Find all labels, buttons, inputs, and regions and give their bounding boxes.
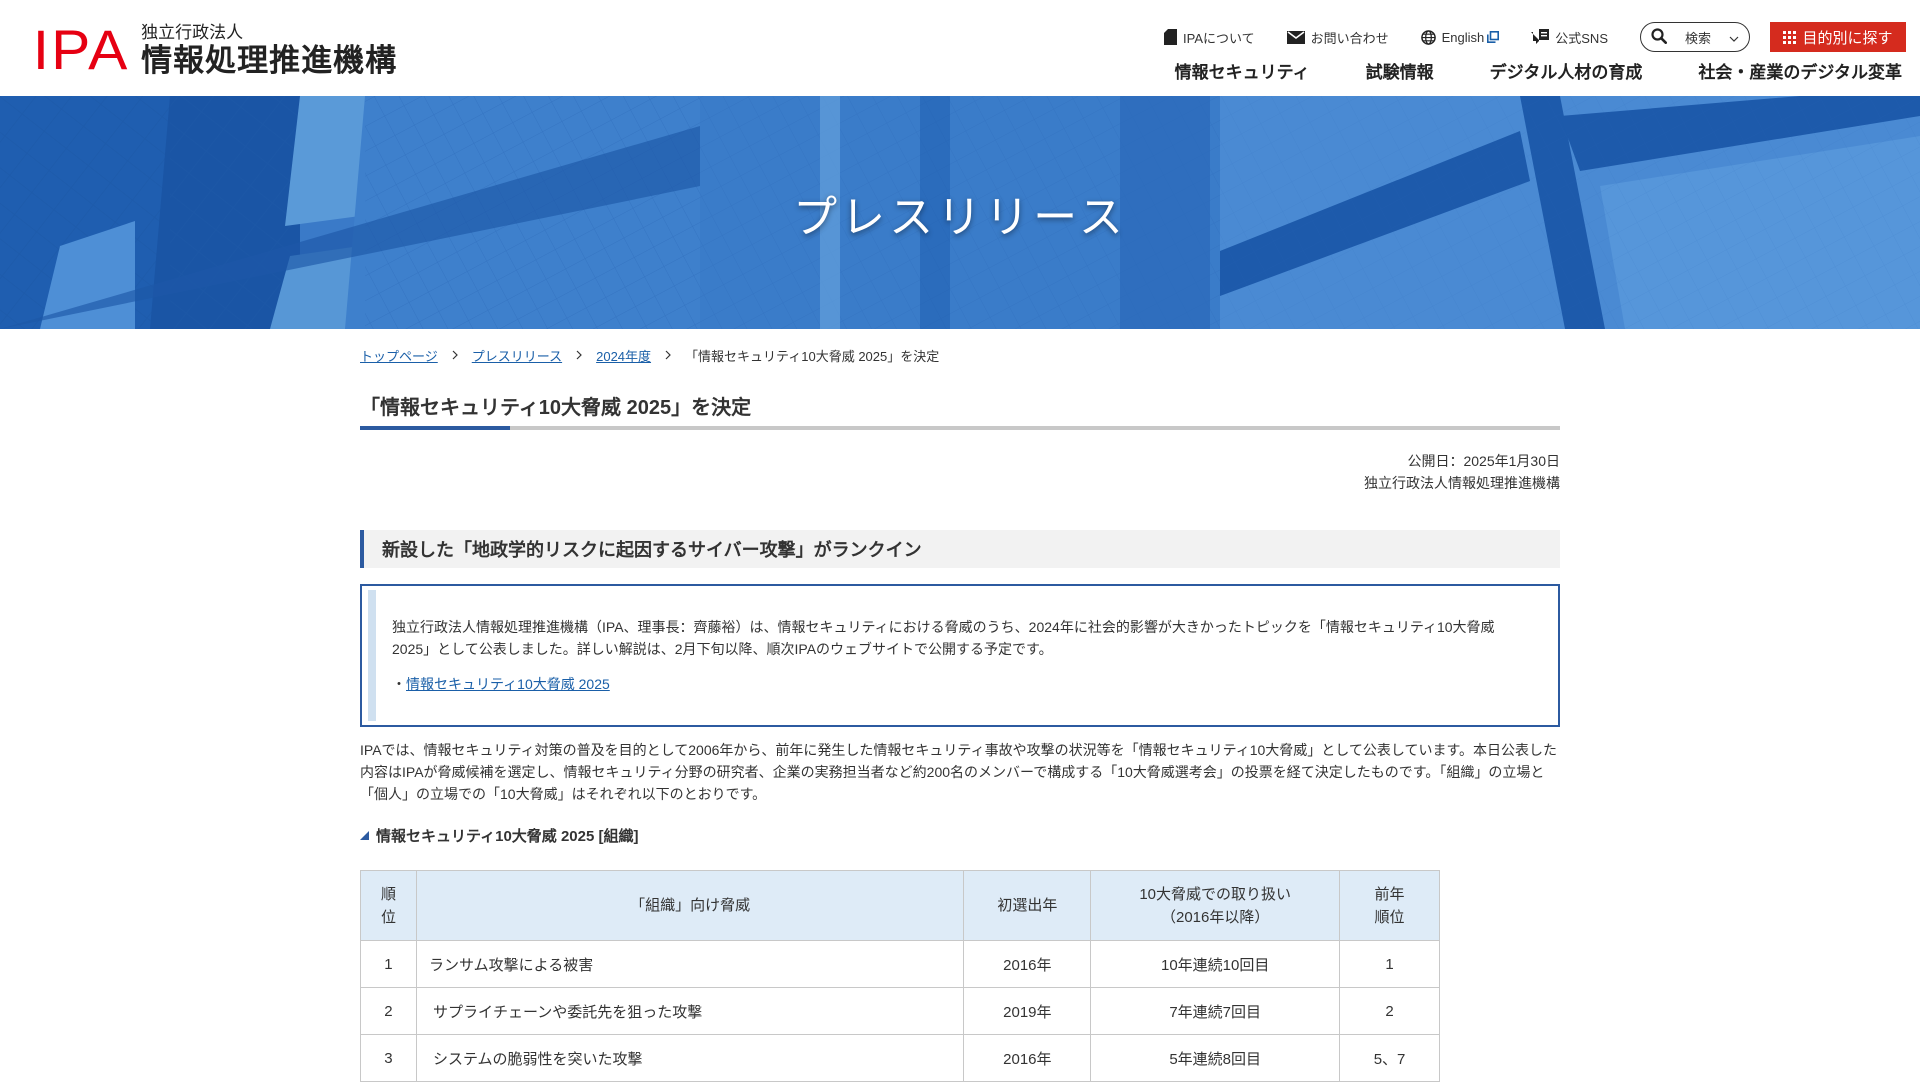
grid-icon xyxy=(1783,30,1797,44)
cell-rank: 1 xyxy=(360,940,417,988)
search-dropdown-button[interactable]: 検索 xyxy=(1640,22,1750,52)
main-nav-digital-talent[interactable]: デジタル人材の育成 xyxy=(1490,58,1643,83)
table-row: 2 サプライチェーンや委託先を狙った攻撃 2019年 7年連続7回目 2 xyxy=(360,987,1440,1035)
summary-box: 独立行政法人情報処理推進機構（IPA、理事長：齊藤裕）は、情報セキュリティにおけ… xyxy=(360,584,1560,727)
header-prev-rank: 前年 順位 xyxy=(1339,870,1440,941)
table-row: 3 システムの脆弱性を突いた攻撃 2016年 5年連続8回目 5、7 xyxy=(360,1034,1440,1082)
header-threat: 「組織」向け脅威 xyxy=(415,870,965,941)
breadcrumb-home[interactable]: トップページ xyxy=(360,346,438,365)
util-link-english[interactable]: English xyxy=(1420,29,1500,45)
chevron-right-icon xyxy=(665,350,671,360)
cell-prev-rank: 2 xyxy=(1339,987,1440,1035)
cell-first-year: 2016年 xyxy=(963,940,1092,988)
util-link-sns[interactable]: 公式SNS xyxy=(1531,28,1608,47)
publisher: 独立行政法人情報処理推進機構 xyxy=(1364,475,1560,491)
publish-date: 公開日：2025年1月30日 xyxy=(1407,453,1560,469)
table-heading: 情報セキュリティ10大脅威 2025 [組織] xyxy=(360,825,1560,846)
main-nav-security[interactable]: 情報セキュリティ xyxy=(1175,58,1310,83)
section-headline: 新設した「地政学的リスクに起因するサイバー攻撃」がランクイン xyxy=(360,530,1560,568)
main-content: トップページ プレスリリース 2024年度 「情報セキュリティ10大脅威 202… xyxy=(360,329,1560,1082)
cell-prev-rank: 5、7 xyxy=(1339,1034,1440,1082)
cell-threat: ランサム攻撃による被害 xyxy=(415,940,965,988)
header-rank: 順位 xyxy=(360,870,417,941)
breadcrumb: トップページ プレスリリース 2024年度 「情報セキュリティ10大脅威 202… xyxy=(360,345,1560,365)
header-first-year: 初選出年 xyxy=(963,870,1092,941)
cell-rank: 2 xyxy=(360,987,417,1035)
search-icon xyxy=(1651,27,1667,47)
page-title: 「情報セキュリティ10大脅威 2025」を決定 xyxy=(360,397,752,419)
cell-threat: システムの脆弱性を突いた攻撃 xyxy=(415,1034,965,1082)
triangle-icon xyxy=(360,831,369,840)
util-link-label: 公式SNS xyxy=(1555,30,1608,46)
util-link-label: お問い合わせ xyxy=(1310,30,1389,46)
logo-mark: IPA xyxy=(32,18,130,81)
threats-table: 順位 「組織」向け脅威 初選出年 10大脅威での取り扱い （2016年以降） 前年… xyxy=(360,870,1440,1082)
document-icon xyxy=(1164,29,1177,45)
publication-meta: 公開日：2025年1月30日 独立行政法人情報処理推進機構 xyxy=(360,450,1560,494)
logo-subtitle: 独立行政法人 xyxy=(141,23,244,42)
hero-title: プレスリリース xyxy=(793,192,1127,242)
external-link-icon xyxy=(1487,31,1500,43)
util-link-label: English xyxy=(1441,29,1485,45)
chat-icon xyxy=(1531,29,1550,45)
breadcrumb-press-release[interactable]: プレスリリース xyxy=(472,346,562,365)
table-header-row: 順位 「組織」向け脅威 初選出年 10大脅威での取り扱い （2016年以降） 前年… xyxy=(360,870,1440,941)
cell-threat: サプライチェーンや委託先を狙った攻撃 xyxy=(415,987,965,1035)
bullet: ・ xyxy=(392,676,406,692)
header-handling: 10大脅威での取り扱い （2016年以降） xyxy=(1090,870,1341,941)
find-by-purpose-button[interactable]: 目的別に探す xyxy=(1770,22,1906,52)
search-label: 検索 xyxy=(1684,30,1711,46)
logo-title: 情報処理推進機構 xyxy=(141,43,398,78)
breadcrumb-current: 「情報セキュリティ10大脅威 2025」を決定 xyxy=(685,348,940,364)
summary-accent-bar xyxy=(368,590,376,721)
table-heading-text: 情報セキュリティ10大脅威 2025 [組織] xyxy=(376,828,639,845)
util-link-label: IPAについて xyxy=(1183,30,1255,46)
chevron-right-icon xyxy=(576,350,582,360)
find-by-purpose-label: 目的別に探す xyxy=(1802,29,1893,47)
cell-prev-rank: 1 xyxy=(1339,940,1440,988)
chevron-down-icon xyxy=(1729,30,1739,45)
cell-handling: 5年連続8回目 xyxy=(1090,1034,1341,1082)
util-link-about[interactable]: IPAについて xyxy=(1164,28,1255,47)
site-header: IPA 独立行政法人 情報処理推進機構 IPAについて お問い合わせ Engli… xyxy=(0,0,1920,96)
cell-first-year: 2016年 xyxy=(963,1034,1092,1082)
intro-paragraph: IPAでは、情報セキュリティ対策の普及を目的として2006年から、前年に発生した… xyxy=(360,742,1558,802)
title-underline xyxy=(360,426,1560,430)
ipa-logo[interactable]: IPA 独立行政法人 情報処理推進機構 xyxy=(32,18,398,81)
cell-handling: 10年連続10回目 xyxy=(1090,940,1341,988)
main-nav: 情報セキュリティ 試験情報 デジタル人材の育成 社会・産業のデジタル変革 xyxy=(1119,58,1902,83)
hero-banner: プレスリリース xyxy=(0,96,1920,329)
chevron-right-icon xyxy=(452,350,458,360)
cell-rank: 3 xyxy=(360,1034,417,1082)
mail-icon xyxy=(1286,30,1305,44)
main-nav-exams[interactable]: 試験情報 xyxy=(1366,58,1434,83)
table-row: 1 ランサム攻撃による被害 2016年 10年連続10回目 1 xyxy=(360,940,1440,988)
cell-first-year: 2019年 xyxy=(963,987,1092,1035)
main-nav-dx[interactable]: 社会・産業のデジタル変革 xyxy=(1698,58,1902,83)
summary-link[interactable]: 情報セキュリティ10大脅威 2025 xyxy=(406,676,610,692)
globe-icon xyxy=(1420,29,1436,45)
breadcrumb-fiscal-year[interactable]: 2024年度 xyxy=(596,346,651,365)
utility-nav: IPAについて お問い合わせ English 公式SNS 検索 目的別に探す xyxy=(1164,22,1906,52)
summary-text: 独立行政法人情報処理推進機構（IPA、理事長：齊藤裕）は、情報セキュリティにおけ… xyxy=(392,619,1495,657)
util-link-contact[interactable]: お問い合わせ xyxy=(1286,28,1389,47)
cell-handling: 7年連続7回目 xyxy=(1090,987,1341,1035)
